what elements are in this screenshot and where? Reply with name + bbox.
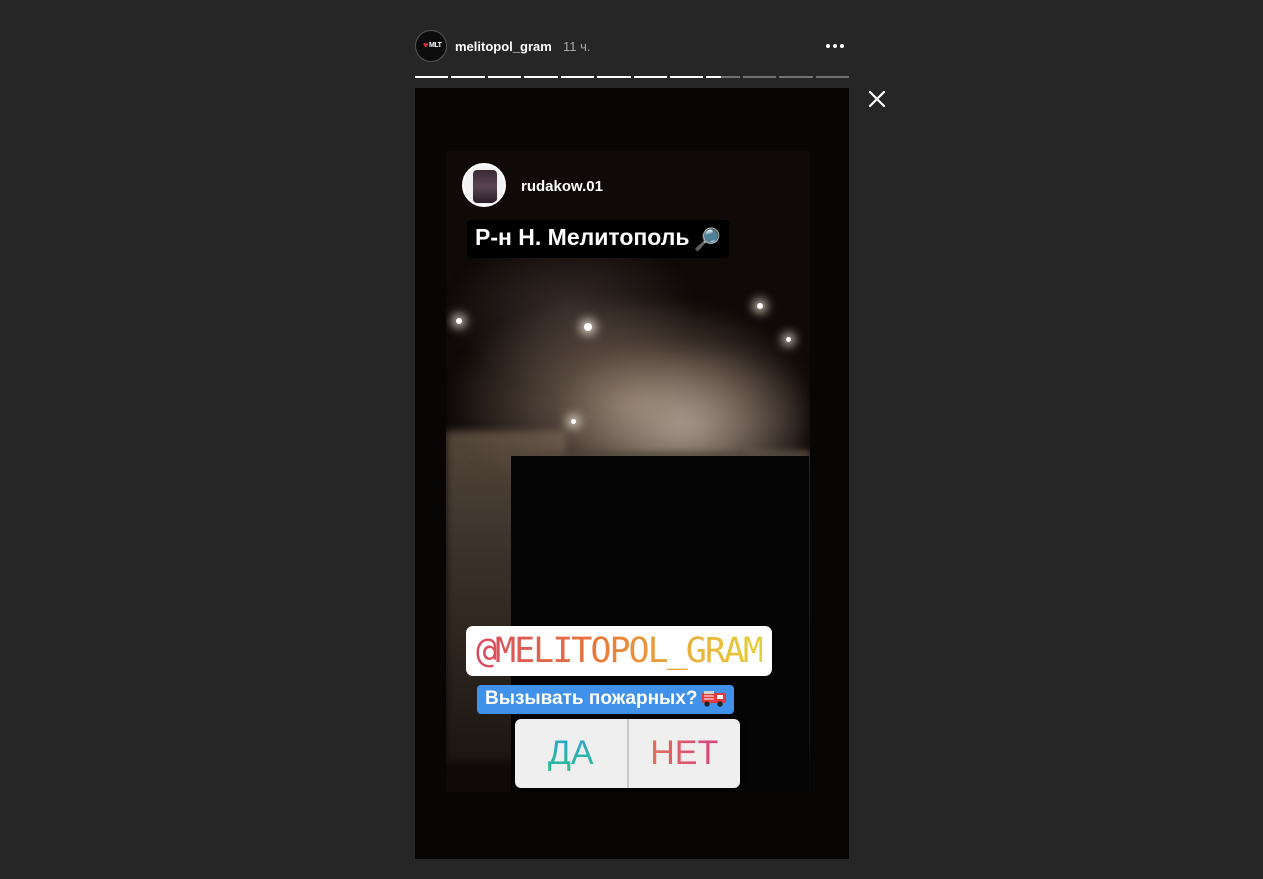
- more-options-icon: [826, 44, 830, 48]
- more-options-button[interactable]: [821, 34, 849, 58]
- location-sticker[interactable]: Р-н Н. Мелитополь 🔎: [467, 220, 729, 258]
- progress-segment-fill: [415, 76, 449, 78]
- street-light: [456, 318, 462, 324]
- progress-segment: [669, 76, 704, 78]
- story-timestamp: 11 ч.: [563, 39, 591, 54]
- poll-option-no[interactable]: НЕТ: [629, 719, 741, 788]
- progress-segment: [415, 76, 449, 78]
- progress-segment-fill: [597, 76, 631, 78]
- poll-question: Вызывать пожарных?: [477, 685, 735, 714]
- progress-segment: [742, 76, 777, 78]
- street-light: [571, 419, 576, 424]
- user-avatar: [473, 170, 497, 203]
- story-header: ♥ MLT melitopol_gram 11 ч.: [415, 30, 849, 62]
- progress-segment: [560, 76, 595, 78]
- street-light: [757, 303, 763, 309]
- close-button[interactable]: [866, 88, 888, 110]
- reshared-video: rudakow.01 Р-н Н. Мелитополь 🔎 @MELITOPOL…: [446, 151, 810, 792]
- poll-option-yes-label: ДА: [547, 734, 594, 772]
- location-text: Р-н Н. Мелитополь: [475, 224, 690, 250]
- fire-engine-icon: [702, 691, 727, 707]
- account-name[interactable]: melitopol_gram: [455, 39, 552, 54]
- mention-sticker[interactable]: @MELITOPOL_GRAM: [466, 626, 772, 676]
- poll-option-no-label: НЕТ: [650, 734, 719, 772]
- heart-logo-icon: ♥: [423, 40, 429, 50]
- progress-segment-fill: [487, 76, 522, 78]
- reshared-user-avatar: [462, 163, 506, 207]
- street-light: [786, 337, 791, 342]
- story-viewer: ♥ MLT melitopol_gram 11 ч. rudakow.01 Р-…: [0, 0, 1263, 879]
- progress-segment-fill: [706, 76, 722, 78]
- progress-segment-fill: [633, 76, 667, 78]
- progress-segment: [706, 76, 740, 78]
- progress-segment: [524, 76, 558, 78]
- poll-option-yes[interactable]: ДА: [515, 719, 627, 788]
- poll-question-text: Вызывать пожарных?: [485, 688, 698, 709]
- progress-segment: [451, 76, 485, 78]
- magnifier-icon: 🔎: [693, 227, 721, 252]
- more-options-dot: [833, 44, 837, 48]
- progress-segment-fill: [524, 76, 558, 78]
- progress-segment: [597, 76, 631, 78]
- progress-segment: [779, 76, 813, 78]
- close-icon: [868, 90, 886, 108]
- story-progress-bar: [415, 76, 850, 79]
- story-media[interactable]: rudakow.01 Р-н Н. Мелитополь 🔎 @MELITOPOL…: [415, 88, 849, 859]
- progress-segment: [487, 76, 522, 78]
- account-avatar[interactable]: ♥ MLT: [415, 30, 447, 62]
- street-light: [584, 323, 592, 331]
- progress-segment-fill: [451, 76, 485, 78]
- mention-text: @MELITOPOL_GRAM: [475, 631, 764, 671]
- poll-sticker: ДА НЕТ: [515, 719, 740, 788]
- more-options-dot: [840, 44, 844, 48]
- progress-segment-fill: [669, 76, 704, 78]
- avatar-logo-text: MLT: [429, 42, 442, 49]
- progress-segment: [633, 76, 667, 78]
- reshared-username: rudakow.01: [521, 178, 603, 195]
- progress-segment-fill: [560, 76, 595, 78]
- progress-segment: [815, 76, 850, 78]
